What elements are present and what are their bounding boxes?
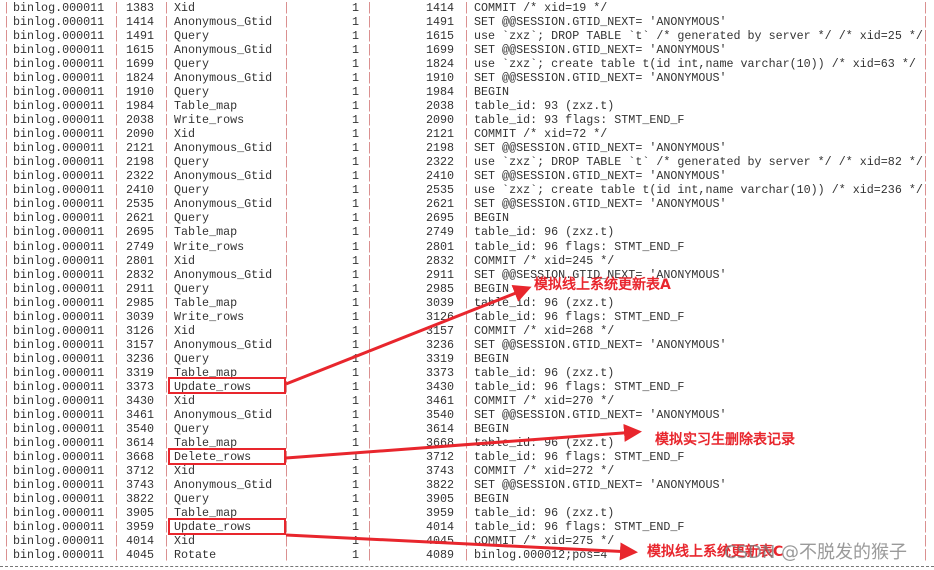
annotation-update-table-a: 模拟线上系统更新表A — [534, 277, 671, 293]
arrow-icon — [285, 423, 642, 460]
annotation-arrows — [285, 285, 642, 561]
annotation-intern-delete: 模拟实习生删除表记录 — [655, 432, 795, 448]
table-bottom-border — [0, 566, 934, 567]
watermark: CSDN @不脱发的猴子 — [724, 542, 908, 563]
arrow-icon — [285, 533, 638, 561]
arrow-icon — [285, 285, 532, 386]
